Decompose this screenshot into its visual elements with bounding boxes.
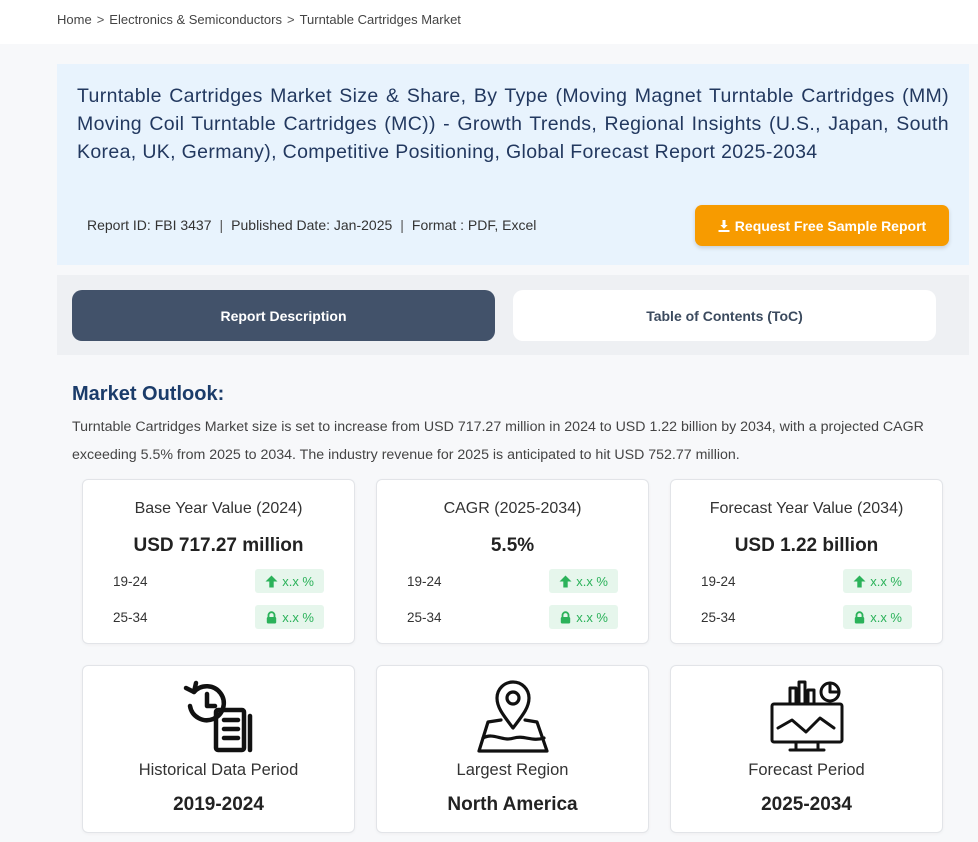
locked-badge[interactable]: x.x %	[549, 605, 618, 629]
lock-icon	[561, 610, 571, 623]
tab-report-description[interactable]: Report Description	[72, 290, 495, 341]
history-icon	[183, 680, 252, 753]
market-outlook-text: Turntable Cartridges Market size is set …	[72, 419, 924, 463]
lock-icon	[855, 610, 865, 623]
info-label: Largest Region	[456, 761, 569, 779]
badge-value: x.x %	[282, 573, 314, 589]
report-meta: Report ID: FBI 3437 | Published Date: Jan-…	[87, 217, 536, 233]
stat-row: 19-24 x.x %	[113, 569, 324, 593]
growth-badge[interactable]: x.x %	[255, 569, 324, 593]
info-value: North America	[447, 794, 578, 815]
breadcrumb-separator: >	[96, 12, 105, 27]
info-label: Forecast Period	[748, 761, 865, 779]
stat-card-cagr: CAGR (2025-2034) 5.5% 19-24 x.x % 25-34 …	[376, 479, 649, 644]
info-card-historical-period: Historical Data Period 2019-2024	[82, 665, 355, 833]
stat-card-base-year: Base Year Value (2024) USD 717.27 millio…	[82, 479, 355, 644]
report-id: Report ID: FBI 3437	[87, 217, 212, 233]
meta-separator: |	[400, 217, 404, 233]
badge-value: x.x %	[282, 609, 314, 625]
published-date: Published Date: Jan-2025	[231, 217, 393, 233]
stat-row: 19-24 x.x %	[701, 569, 912, 593]
stat-period: 19-24	[113, 573, 148, 589]
stat-period: 25-34	[701, 609, 736, 625]
info-value: 2019-2024	[173, 794, 264, 815]
breadcrumb-current: Turntable Cartridges Market	[299, 12, 461, 27]
report-format: Format : PDF, Excel	[411, 217, 537, 233]
breadcrumb-separator: >	[286, 12, 295, 27]
top-bar: Home > Electronics & Semiconductors > Turnta…	[0, 0, 978, 44]
stat-value: USD 1.22 billion	[734, 535, 879, 556]
stat-period: 19-24	[407, 573, 442, 589]
badge-value: x.x %	[870, 609, 902, 625]
map-pin-icon	[476, 680, 549, 753]
download-icon	[718, 219, 730, 232]
arrow-up-icon	[853, 575, 866, 587]
stat-row: 19-24 x.x %	[407, 569, 618, 593]
info-value: 2025-2034	[761, 794, 852, 815]
locked-badge[interactable]: x.x %	[843, 605, 912, 629]
stat-period: 25-34	[407, 609, 442, 625]
lock-icon	[267, 610, 277, 623]
report-title: Turntable Cartridges Market Size & Share…	[77, 85, 949, 163]
report-header: Turntable Cartridges Market Size & Share…	[57, 64, 969, 265]
meta-separator: |	[219, 217, 224, 233]
badge-value: x.x %	[576, 573, 608, 589]
info-card-largest-region: Largest Region North America	[376, 665, 649, 833]
badge-value: x.x %	[870, 573, 902, 589]
arrow-up-icon	[559, 575, 572, 587]
growth-badge[interactable]: x.x %	[843, 569, 912, 593]
tab-table-of-contents[interactable]: Table of Contents (ToC)	[513, 290, 936, 341]
breadcrumb-category[interactable]: Electronics & Semiconductors	[109, 12, 282, 27]
stat-period: 25-34	[113, 609, 148, 625]
report-tabs: Report Description Table of Contents (To…	[57, 275, 969, 355]
breadcrumb: Home > Electronics & Semiconductors > Turnta…	[57, 12, 461, 27]
stat-row: 25-34 x.x %	[113, 605, 324, 629]
request-sample-label: Request Free Sample Report	[734, 217, 927, 234]
stat-value: 5.5%	[490, 535, 535, 556]
info-label: Historical Data Period	[138, 761, 299, 779]
badge-value: x.x %	[576, 609, 608, 625]
stat-row: 25-34 x.x %	[407, 605, 618, 629]
stat-label: Forecast Year Value (2034)	[709, 500, 904, 517]
forecast-chart-icon	[770, 680, 843, 752]
info-card-forecast-period: Forecast Period 2025-2034	[670, 665, 943, 833]
stat-value: USD 717.27 million	[133, 535, 304, 556]
request-sample-button[interactable]: Request Free Sample Report	[695, 205, 949, 246]
stat-row: 25-34 x.x %	[701, 605, 912, 629]
stat-card-forecast-year: Forecast Year Value (2034) USD 1.22 bill…	[670, 479, 943, 644]
stat-label: CAGR (2025-2034)	[443, 500, 582, 517]
locked-badge[interactable]: x.x %	[255, 605, 324, 629]
breadcrumb-home[interactable]: Home	[57, 12, 92, 27]
stat-period: 19-24	[701, 573, 736, 589]
market-outlook-heading: Market Outlook:	[72, 383, 225, 405]
stat-label: Base Year Value (2024)	[134, 500, 303, 517]
arrow-up-icon	[265, 575, 278, 587]
growth-badge[interactable]: x.x %	[549, 569, 618, 593]
